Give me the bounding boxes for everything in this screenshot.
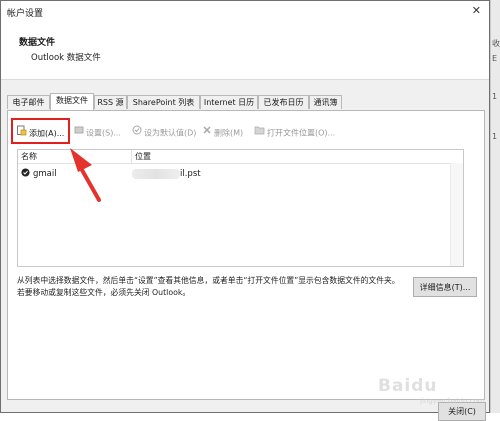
redacted-path bbox=[132, 169, 180, 179]
remove-button[interactable]: 删除(M) bbox=[202, 125, 243, 141]
account-settings-dialog: 帐户设置 ✕ 数据文件 Outlook 数据文件 电子邮件 数据文件 RSS 源… bbox=[0, 0, 490, 421]
details-button[interactable]: 详细信息(T)... bbox=[413, 277, 477, 297]
add-button-highlight bbox=[11, 118, 70, 144]
watermark-logo: Baidu bbox=[378, 376, 438, 396]
background-text: 1 bbox=[492, 132, 498, 141]
close-icon[interactable]: ✕ bbox=[472, 4, 481, 17]
list-item[interactable]: gmail il.pst bbox=[18, 167, 463, 181]
background-text: E bbox=[492, 54, 498, 63]
folder-icon bbox=[254, 125, 265, 141]
window-title: 帐户设置 bbox=[7, 9, 44, 19]
open-location-button[interactable]: 打开文件位置(O)... bbox=[254, 125, 335, 141]
default-check-icon bbox=[21, 168, 30, 182]
tab-sharepoint[interactable]: SharePoint 列表 bbox=[127, 95, 200, 109]
column-location-header[interactable]: 位置 bbox=[135, 150, 151, 163]
list-scrollbar[interactable] bbox=[450, 163, 463, 266]
column-divider[interactable] bbox=[131, 150, 132, 163]
settings-button-label: 设置(S)... bbox=[86, 128, 121, 138]
open-location-button-label: 打开文件位置(O)... bbox=[267, 128, 336, 138]
page-subtitle: Outlook 数据文件 bbox=[31, 53, 101, 63]
tab-rss[interactable]: RSS 源 bbox=[94, 95, 127, 109]
tab-address-book[interactable]: 通讯簿 bbox=[309, 95, 342, 109]
settings-button[interactable]: 设置(S)... bbox=[74, 125, 121, 141]
watermark-url: jingyan.baidu.com bbox=[420, 397, 485, 405]
tab-internet-calendar[interactable]: Internet 日历 bbox=[200, 95, 258, 109]
checkmark-icon bbox=[132, 125, 142, 141]
background-window-strip: 收 E 1 1 bbox=[490, 0, 500, 413]
title-bar: 帐户设置 ✕ bbox=[1, 1, 489, 23]
dialog-header: 数据文件 Outlook 数据文件 bbox=[1, 23, 489, 80]
delete-icon bbox=[202, 125, 212, 141]
set-default-button[interactable]: 设为默认值(D) bbox=[132, 125, 196, 141]
data-file-location: il.pst bbox=[180, 169, 201, 179]
tab-published-calendar[interactable]: 已发布日历 bbox=[258, 95, 309, 109]
data-files-panel: 添加(A)... 设置(S)... 设为默认值(D) 删除(M) 打开文件位置(… bbox=[7, 110, 485, 400]
list-header: 名称 位置 bbox=[18, 150, 463, 164]
set-default-button-label: 设为默认值(D) bbox=[144, 128, 197, 138]
tab-email[interactable]: 电子邮件 bbox=[7, 95, 50, 109]
page-title: 数据文件 bbox=[19, 38, 56, 48]
background-text: 1 bbox=[492, 92, 498, 101]
column-name-header[interactable]: 名称 bbox=[21, 150, 37, 163]
settings-icon bbox=[74, 125, 84, 141]
remove-button-label: 删除(M) bbox=[214, 128, 244, 138]
data-files-list[interactable]: 名称 位置 gmail il.pst bbox=[17, 149, 464, 267]
background-text: 收 bbox=[492, 39, 500, 48]
help-text: 从列表中选择数据文件，然后单击“设置”查看其他信息，或者单击“打开文件位置”显示… bbox=[17, 276, 400, 297]
tab-data-files[interactable]: 数据文件 bbox=[50, 93, 94, 110]
data-file-name: gmail bbox=[33, 169, 57, 179]
